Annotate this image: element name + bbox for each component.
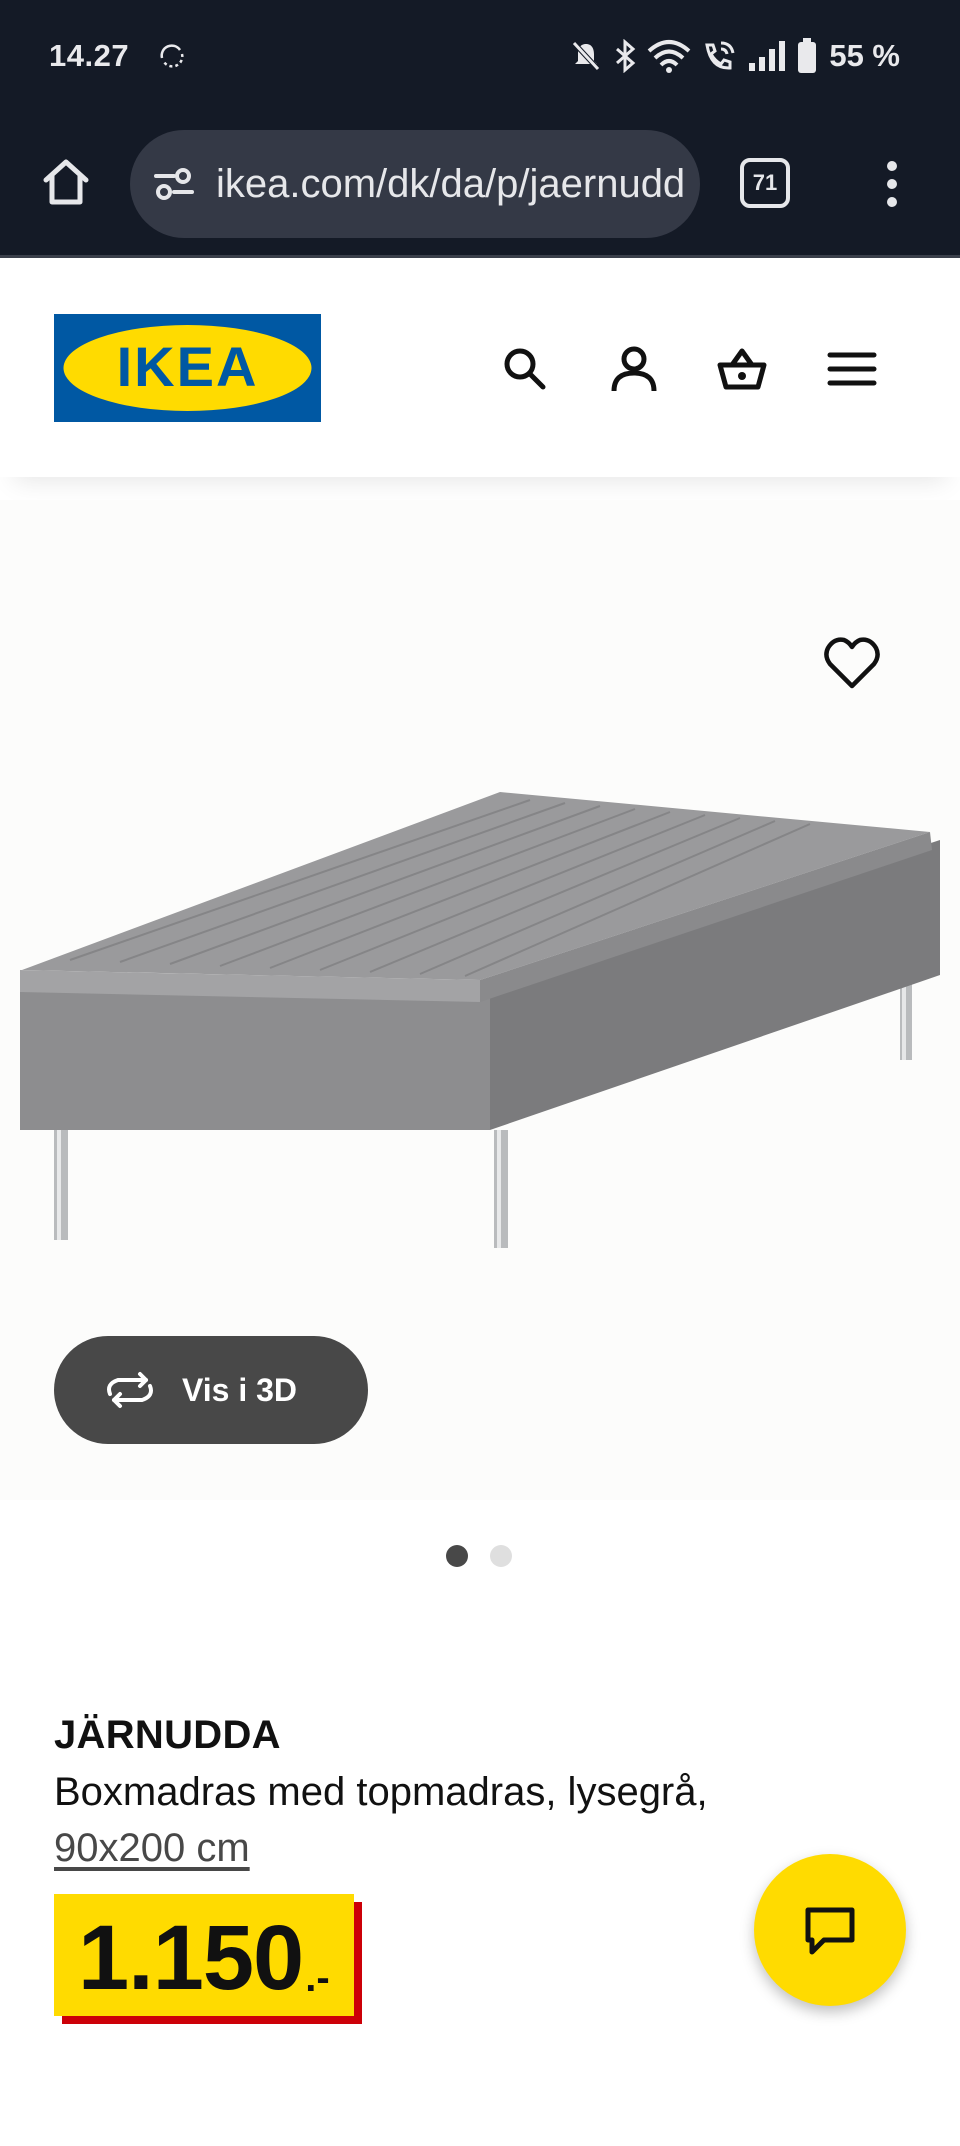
view-3d-label: Vis i 3D xyxy=(182,1371,298,1408)
site-header: IKEA xyxy=(0,261,960,477)
battery-icon xyxy=(798,38,817,73)
view-3d-button[interactable]: Vis i 3D xyxy=(54,1336,368,1444)
chat-button[interactable] xyxy=(754,1854,906,2006)
bluetooth-icon xyxy=(616,39,636,73)
basket-icon[interactable] xyxy=(716,343,768,395)
price-suffix: .- xyxy=(305,1956,330,2000)
carousel-indicator xyxy=(446,1545,512,1567)
chat-icon xyxy=(805,1907,855,1955)
signal-icon xyxy=(749,41,786,71)
wifi-calling-icon xyxy=(705,41,735,70)
browser-menu-icon[interactable] xyxy=(880,154,904,214)
ikea-logo[interactable]: IKEA xyxy=(54,314,321,422)
site-settings-icon[interactable] xyxy=(152,164,196,204)
account-icon[interactable] xyxy=(608,343,660,395)
product-image xyxy=(20,792,940,1248)
sync-icon xyxy=(160,44,184,68)
carousel-dot-1[interactable] xyxy=(446,1545,468,1567)
status-icons: 55 % xyxy=(569,34,900,78)
price-tag: 1.150 .- xyxy=(54,1894,362,2024)
status-bar: 14.27 55 % xyxy=(0,0,960,112)
battery-percentage: 55 % xyxy=(829,38,900,73)
product-description: Boxmadras med topmadras, lysegrå, xyxy=(54,1770,708,1814)
heart-icon[interactable] xyxy=(822,634,882,694)
url-text: ikea.com/dk/da/p/jaernudda xyxy=(216,161,686,206)
wifi-icon xyxy=(647,40,691,73)
search-icon[interactable] xyxy=(499,343,551,395)
carousel-dot-2[interactable] xyxy=(490,1545,512,1567)
svg-text:IKEA: IKEA xyxy=(117,335,259,398)
home-icon[interactable] xyxy=(38,154,94,210)
browser-toolbar: ikea.com/dk/da/p/jaernudda 71 xyxy=(0,112,960,258)
address-bar[interactable]: ikea.com/dk/da/p/jaernudda xyxy=(130,130,700,238)
status-time: 14.27 xyxy=(49,38,130,73)
price-integer: 1.150 xyxy=(78,1907,304,2009)
product-size-link[interactable]: 90x200 cm xyxy=(54,1820,250,1876)
price-box: 1.150 .- xyxy=(54,1894,354,2016)
rotate-3d-icon xyxy=(107,1372,153,1408)
mute-icon xyxy=(572,41,601,71)
product-gallery[interactable]: Vis i 3D xyxy=(0,500,960,1500)
product-name: JÄRNUDDA xyxy=(54,1713,281,1757)
tab-switcher-button[interactable]: 71 xyxy=(740,158,790,208)
hamburger-menu-icon[interactable] xyxy=(826,343,878,395)
